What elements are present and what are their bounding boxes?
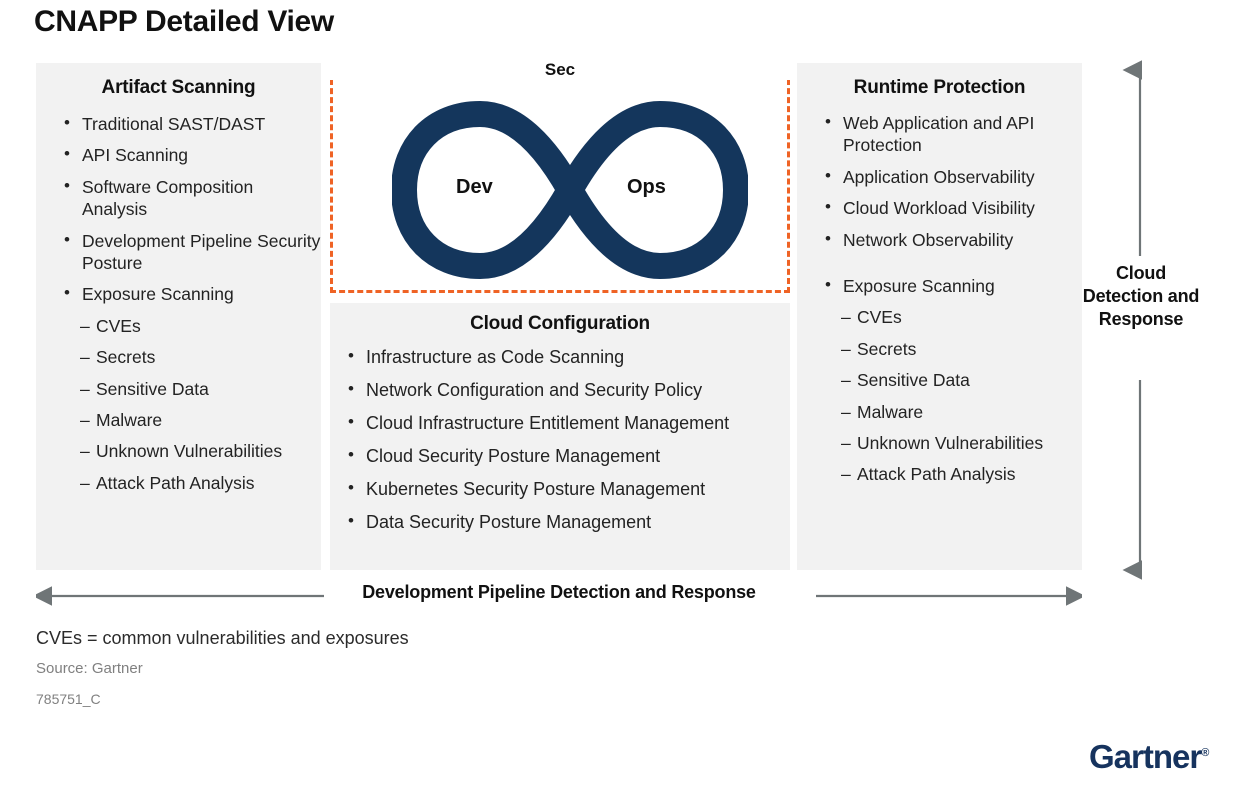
panel-title-artifact-scanning: Artifact Scanning <box>101 77 256 98</box>
list-sub-item: Secrets <box>80 346 321 369</box>
list-sub-item: Unknown Vulnerabilities <box>80 440 321 463</box>
footnote-document-id: 785751_C <box>36 691 101 707</box>
gartner-logo-text: Gartner <box>1089 738 1202 775</box>
list-item: Kubernetes Security Posture Management <box>348 477 790 501</box>
list-item: Cloud Workload Visibility <box>825 196 1082 219</box>
list-item: API Scanning <box>64 143 321 166</box>
panel-title-cloud-configuration: Cloud Configuration <box>470 313 650 334</box>
list-item: Cloud Security Posture Management <box>348 444 790 468</box>
list-item: Infrastructure as Code Scanning <box>348 345 790 369</box>
panel-title-runtime-protection: Runtime Protection <box>853 77 1026 98</box>
list-sub-item: CVEs <box>841 306 1082 329</box>
list-item: Exposure Scanning <box>64 282 321 305</box>
list-sub-item: Malware <box>80 409 321 432</box>
page-title: CNAPP Detailed View <box>34 5 334 38</box>
list-sub-item: Sensitive Data <box>80 378 321 401</box>
vertical-arrow-label: Cloud Detection and Response <box>1082 263 1200 329</box>
list-sub-item: Attack Path Analysis <box>80 472 321 495</box>
list-sub-item: Malware <box>841 401 1082 424</box>
devops-infinity-symbol <box>392 100 748 280</box>
list-item: Network Observability <box>825 228 1082 251</box>
list-item: Traditional SAST/DAST <box>64 112 321 135</box>
list-item: Network Configuration and Security Polic… <box>348 378 790 402</box>
artifact-scanning-list: Traditional SAST/DAST API Scanning Softwar… <box>36 112 321 495</box>
list-item: Software Composition Analysis <box>64 175 321 221</box>
cloud-configuration-list: Infrastructure as Code Scanning Network C… <box>330 345 790 534</box>
registered-trademark-icon: ® <box>1201 747 1210 759</box>
list-item: Development Pipeline Security Posture <box>64 229 321 275</box>
list-sub-item: Unknown Vulnerabilities <box>841 432 1082 455</box>
runtime-protection-list: Web Application and API Protection Applic… <box>797 111 1082 486</box>
list-item: Application Observability <box>825 165 1082 188</box>
list-sub-item: CVEs <box>80 315 321 338</box>
sec-label: Sec <box>330 60 790 80</box>
sec-label-text: Sec <box>532 60 588 79</box>
dev-label: Dev <box>456 176 493 198</box>
list-sub-item: Secrets <box>841 338 1082 361</box>
footnote-cve-definition: CVEs = common vulnerabilities and exposu… <box>36 628 409 648</box>
list-item: Web Application and API Protection <box>825 111 1082 157</box>
gartner-logo: Gartner® <box>1089 738 1209 776</box>
panel-cloud-configuration: Cloud Configuration Infrastructure as Co… <box>330 303 790 570</box>
ops-label: Ops <box>627 176 666 198</box>
panel-artifact-scanning: Artifact Scanning Traditional SAST/DAST A… <box>36 63 321 570</box>
panel-runtime-protection: Runtime Protection Web Application and A… <box>797 63 1082 570</box>
list-item: Exposure Scanning <box>825 274 1082 297</box>
list-item: Data Security Posture Management <box>348 510 790 534</box>
horizontal-arrow-label: Development Pipeline Detection and Respo… <box>362 582 756 602</box>
footnote-source: Source: Gartner <box>36 660 143 677</box>
list-item: Cloud Infrastructure Entitlement Managem… <box>348 411 790 435</box>
list-sub-item: Sensitive Data <box>841 369 1082 392</box>
list-sub-item: Attack Path Analysis <box>841 463 1082 486</box>
